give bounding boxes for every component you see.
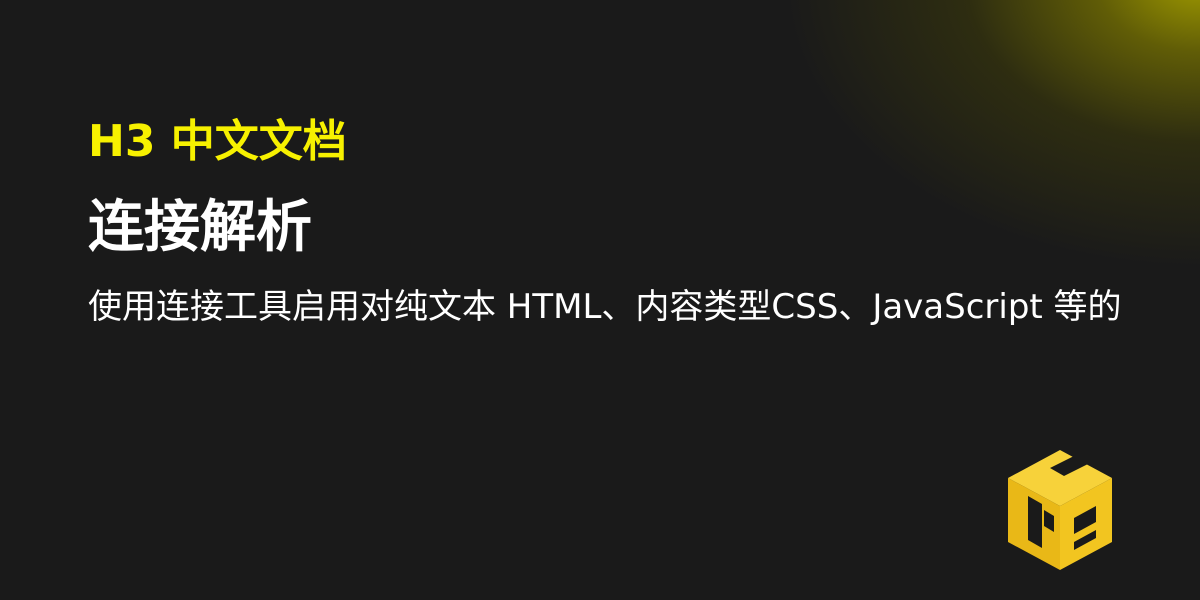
main-content: H3 中文文档 连接解析 使用连接工具启用对纯文本 HTML、内容类型CSS、J… bbox=[88, 112, 1122, 332]
brand-heading: H3 中文文档 bbox=[88, 116, 347, 167]
h3-cube-logo-icon bbox=[1008, 450, 1112, 570]
page-title: 连接解析 bbox=[88, 195, 312, 260]
page-description: 使用连接工具启用对纯文本 HTML、内容类型CSS、JavaScript 等的 bbox=[88, 287, 1122, 327]
